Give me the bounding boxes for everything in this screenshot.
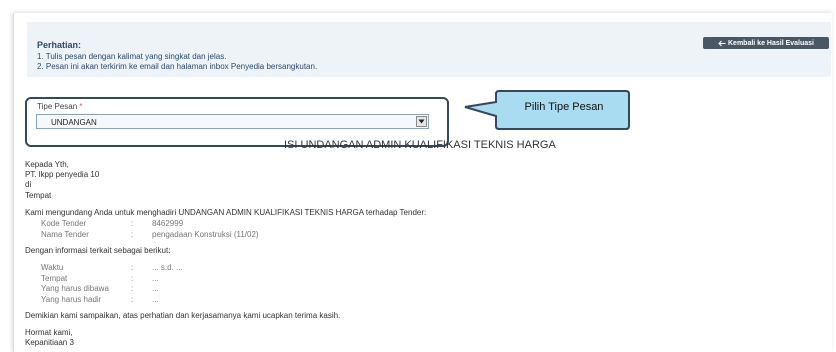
tender-key: Kode Tender <box>41 219 87 228</box>
letter-info-intro: Dengan informasi terkait sebagai berikut… <box>25 246 171 255</box>
detail-sep: : <box>131 263 134 272</box>
content-frame: Perhatian: 1. Tulis pesan dengan kalimat… <box>13 13 832 352</box>
callout-text: Pilih Tipe Pesan <box>524 101 604 113</box>
letter-place: Tempat <box>25 191 52 200</box>
detail-value: ... <box>152 295 159 304</box>
detail-value: ... <box>152 284 159 293</box>
tender-value: pengadaan Konstruksi (11/02) <box>152 230 259 239</box>
letter-regards: Hormat kami, <box>25 328 73 337</box>
chevron-down-icon[interactable] <box>416 116 427 127</box>
tender-key: Nama Tender <box>41 230 89 239</box>
letter-di: di <box>25 180 32 189</box>
letter-intro: Kami mengundang Anda untuk menghadiri UN… <box>25 208 427 217</box>
tender-sep: : <box>131 219 134 228</box>
message-type-label-text: Tipe Pesan <box>37 102 78 111</box>
back-to-evaluation-button[interactable]: Kembali ke Hasil Evaluasi <box>703 37 829 49</box>
notice-line-1: 1. Tulis pesan dengan kalimat yang singk… <box>37 52 227 61</box>
detail-key: Tempat <box>41 274 68 283</box>
detail-value: ... <box>152 274 159 283</box>
notice-panel: Perhatian: 1. Tulis pesan dengan kalimat… <box>27 22 831 77</box>
message-type-label: Tipe Pesan * <box>37 102 83 111</box>
arrow-left-icon <box>718 40 726 46</box>
detail-sep: : <box>131 284 134 293</box>
letter-greeting: Kepada Yth, <box>25 160 69 169</box>
callout-bubble: Pilih Tipe Pesan <box>463 89 631 131</box>
detail-value: ... s.d. ... <box>152 263 183 272</box>
detail-key: Yang harus dibawa <box>41 284 109 293</box>
letter-closing: Demikian kami sampaikan, atas perhatian … <box>25 311 341 320</box>
letter-signature: Kepanitiaan 3 <box>25 338 74 347</box>
notice-title: Perhatian: <box>37 40 82 50</box>
tender-sep: : <box>131 230 134 239</box>
detail-sep: : <box>131 295 134 304</box>
required-marker: * <box>79 102 83 111</box>
message-type-selected-value: UNDANGAN <box>51 118 97 127</box>
letter-title: ISI UNDANGAN ADMIN KUALIFIKASI TEKNIS HA… <box>284 139 556 151</box>
letter-recipient: PT. lkpp penyedia 10 <box>25 170 100 179</box>
message-type-select[interactable]: UNDANGAN <box>36 114 429 129</box>
back-button-label: Kembali ke Hasil Evaluasi <box>728 39 814 47</box>
detail-key: Yang harus hadir <box>41 295 102 304</box>
detail-key: Waktu <box>41 263 64 272</box>
detail-sep: : <box>131 274 134 283</box>
tender-value: 8462999 <box>152 219 184 228</box>
notice-line-2: 2. Pesan ini akan terkirim ke email dan … <box>37 62 318 71</box>
